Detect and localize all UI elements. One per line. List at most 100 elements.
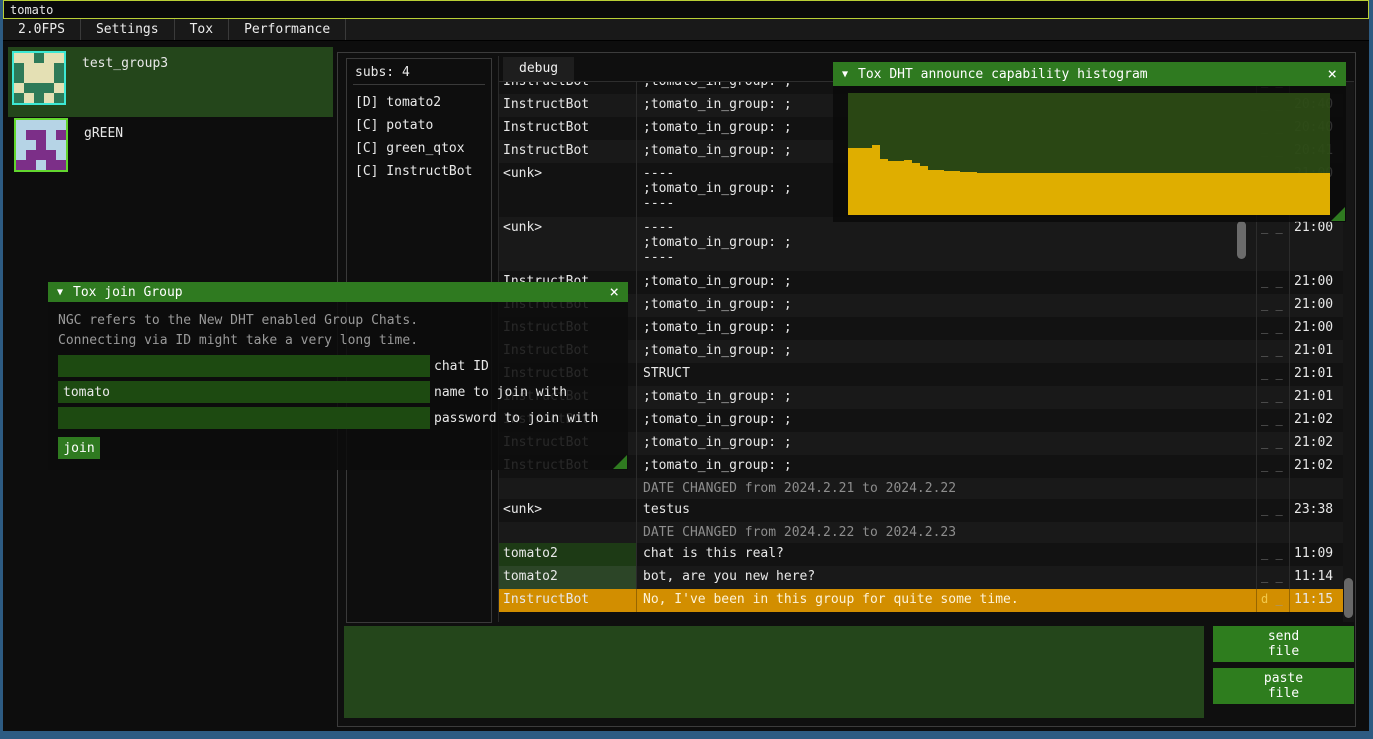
- sender-name-cell: tomato2: [499, 566, 636, 589]
- timestamp-cell: 21:00: [1289, 294, 1343, 317]
- histogram-bar: [904, 160, 912, 215]
- join-password-input[interactable]: [58, 407, 430, 429]
- status-marks-cell: _ _: [1256, 271, 1289, 294]
- sender-name-cell: <unk>: [499, 499, 636, 522]
- histogram-title: Tox DHT announce capability histogram: [858, 67, 1327, 82]
- sender-name-cell: <unk>: [499, 163, 636, 217]
- status-marks-cell: _ _: [1256, 499, 1289, 522]
- sender-name-cell: InstructBot: [499, 117, 636, 140]
- histogram-bar: [1217, 173, 1225, 215]
- group-avatar: [14, 118, 68, 172]
- histogram-bar: [1298, 173, 1306, 215]
- collapse-icon[interactable]: ▼: [57, 287, 63, 298]
- sender-name-cell: InstructBot: [499, 94, 636, 117]
- status-marks-cell: _ _: [1256, 294, 1289, 317]
- histogram-bar: [856, 148, 864, 215]
- message-cell: ;tomato_in_group: ;: [636, 271, 1256, 294]
- status-marks-cell: _ _: [1256, 566, 1289, 589]
- tab-debug[interactable]: debug: [503, 57, 574, 81]
- message-cell: ;tomato_in_group: ;: [636, 455, 1256, 478]
- histogram-bar: [864, 148, 872, 215]
- message-cell-scrollbar-thumb[interactable]: [1237, 221, 1246, 259]
- message-row[interactable]: tomato2bot, are you new here?_ _11:14: [499, 566, 1343, 589]
- join-close-icon[interactable]: ×: [609, 285, 619, 299]
- status-marks-cell: _ _: [1256, 409, 1289, 432]
- message-cell: DATE CHANGED from 2024.2.21 to 2024.2.22: [636, 478, 1256, 499]
- join-name-input[interactable]: [58, 381, 430, 403]
- status-marks-cell: _ _: [1256, 386, 1289, 409]
- menu-item-tox[interactable]: Tox: [175, 19, 229, 40]
- paste-file-button[interactable]: paste file: [1213, 668, 1354, 704]
- histogram-bar: [936, 170, 944, 215]
- histogram-bar: [1137, 173, 1145, 215]
- histogram-bar: [1121, 173, 1129, 215]
- histogram-title-bar[interactable]: ▼ Tox DHT announce capability histogram …: [833, 62, 1346, 86]
- histogram-bar: [1274, 173, 1282, 215]
- message-row[interactable]: DATE CHANGED from 2024.2.21 to 2024.2.22: [499, 478, 1343, 499]
- menu-item-settings[interactable]: Settings: [81, 19, 175, 40]
- message-cell: chat is this real?: [636, 543, 1256, 566]
- window-title-bar[interactable]: tomato: [3, 0, 1369, 19]
- histogram-bar: [968, 172, 976, 215]
- join-title-bar[interactable]: ▼ Tox join Group ×: [48, 282, 628, 302]
- main-window: tomato 2.0FPS Settings Tox Performance t…: [3, 0, 1369, 731]
- timestamp-cell: 21:02: [1289, 455, 1343, 478]
- fps-counter: 2.0FPS: [3, 19, 81, 40]
- status-marks-cell: _ _: [1256, 363, 1289, 386]
- message-row[interactable]: <unk>testus_ _23:38: [499, 499, 1343, 522]
- join-resize-grip[interactable]: [613, 455, 627, 469]
- message-cell: No, I've been in this group for quite so…: [636, 589, 1256, 612]
- timestamp-cell: [1289, 478, 1343, 499]
- join-group-window: ▼ Tox join Group × NGC refers to the New…: [48, 282, 628, 470]
- histogram-bar: [1242, 173, 1250, 215]
- histogram-bar: [1290, 173, 1298, 215]
- timestamp-cell: 21:01: [1289, 340, 1343, 363]
- member-list: [D] tomato2[C] potato[C] green_qtox[C] I…: [355, 91, 483, 183]
- group-item-gREEN[interactable]: gREEN: [8, 117, 333, 173]
- message-cell: ----;tomato_in_group: ;----: [636, 217, 1256, 271]
- message-row[interactable]: DATE CHANGED from 2024.2.22 to 2024.2.23: [499, 522, 1343, 543]
- message-cell: STRUCT: [636, 363, 1256, 386]
- histogram-bar: [1025, 173, 1033, 215]
- histogram-bar: [1113, 173, 1121, 215]
- histogram-bar: [1033, 173, 1041, 215]
- chat-scrollbar-thumb[interactable]: [1344, 578, 1353, 618]
- histogram-bar: [1001, 173, 1009, 215]
- composer-input[interactable]: [344, 626, 1204, 718]
- histogram-bar: [1105, 173, 1113, 215]
- histogram-bar: [1185, 173, 1193, 215]
- message-cell: ;tomato_in_group: ;: [636, 386, 1256, 409]
- collapse-icon[interactable]: ▼: [842, 69, 848, 80]
- join-window-title: Tox join Group: [73, 285, 609, 300]
- histogram-plot: [848, 93, 1330, 215]
- member-item-green_qtox[interactable]: [C] green_qtox: [355, 137, 483, 160]
- join-info-text: NGC refers to the New DHT enabled Group …: [58, 311, 618, 331]
- histogram-close-icon[interactable]: ×: [1327, 67, 1337, 81]
- message-row[interactable]: InstructBotNo, I've been in this group f…: [499, 589, 1343, 612]
- histogram-bar: [1177, 173, 1185, 215]
- chat-id-label: chat ID: [434, 359, 489, 374]
- histogram-bar: [1306, 173, 1314, 215]
- subs-separator: [353, 84, 485, 85]
- histogram-bar: [912, 163, 920, 215]
- message-row[interactable]: tomato2chat is this real?_ _11:09: [499, 543, 1343, 566]
- member-item-InstructBot[interactable]: [C] InstructBot: [355, 160, 483, 183]
- member-item-potato[interactable]: [C] potato: [355, 114, 483, 137]
- chat-id-input[interactable]: [58, 355, 430, 377]
- histogram-resize-grip[interactable]: [1331, 207, 1345, 221]
- join-button[interactable]: join: [58, 437, 100, 459]
- histogram-bar: [1250, 173, 1258, 215]
- group-item-test_group3[interactable]: test_group3: [8, 47, 333, 117]
- histogram-window: ▼ Tox DHT announce capability histogram …: [833, 62, 1346, 222]
- histogram-bar: [1314, 173, 1322, 215]
- menu-item-performance[interactable]: Performance: [229, 19, 346, 40]
- member-item-tomato2[interactable]: [D] tomato2: [355, 91, 483, 114]
- histogram-bar: [1089, 173, 1097, 215]
- message-cell: bot, are you new here?: [636, 566, 1256, 589]
- histogram-bar: [928, 170, 936, 215]
- message-row[interactable]: <unk>----;tomato_in_group: ;----_ _21:00: [499, 217, 1343, 271]
- histogram-bar: [872, 145, 880, 215]
- send-file-button[interactable]: send file: [1213, 626, 1354, 662]
- histogram-bar: [1065, 173, 1073, 215]
- histogram-bar: [944, 171, 952, 215]
